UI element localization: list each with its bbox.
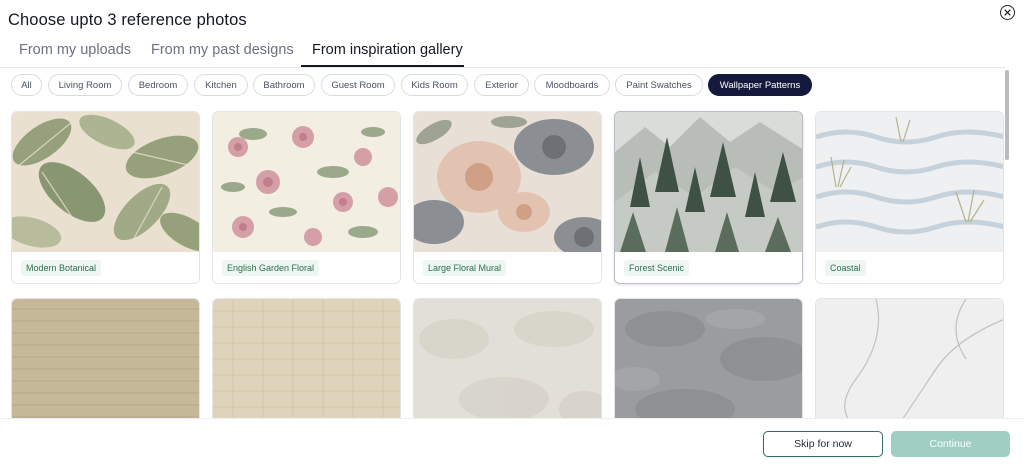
- close-button[interactable]: [1000, 5, 1015, 20]
- filter-chip-bedroom[interactable]: Bedroom: [128, 74, 188, 96]
- active-tab-indicator: [301, 65, 464, 67]
- close-icon: [1004, 9, 1011, 16]
- card-label: Modern Botanical: [21, 260, 102, 276]
- wallpaper-thumbnail: [12, 112, 199, 252]
- gallery-card-marble[interactable]: [815, 298, 1004, 418]
- skip-for-now-button[interactable]: Skip for now: [763, 431, 883, 457]
- continue-button[interactable]: Continue: [891, 431, 1010, 457]
- filter-chip-all[interactable]: All: [11, 74, 42, 96]
- gallery-grid: Modern Botanical English Garden Floral L…: [0, 104, 1005, 418]
- modal-title: Choose upto 3 reference photos: [8, 11, 247, 29]
- gallery-card-forest-scenic[interactable]: Forest Scenic: [614, 111, 803, 284]
- card-label: Large Floral Mural: [423, 260, 507, 276]
- gallery-card-concrete[interactable]: [614, 298, 803, 418]
- wallpaper-thumbnail: [213, 112, 400, 252]
- filter-chip-paint-swatches[interactable]: Paint Swatches: [615, 74, 703, 96]
- gallery-card-english-garden-floral[interactable]: English Garden Floral: [212, 111, 401, 284]
- filter-chip-guest-room[interactable]: Guest Room: [321, 74, 395, 96]
- gallery-scrollbar[interactable]: [1005, 68, 1010, 418]
- source-tabs: From my uploads From my past designs Fro…: [0, 38, 1005, 68]
- filter-chip-wallpaper-patterns[interactable]: Wallpaper Patterns: [708, 74, 812, 96]
- wallpaper-thumbnail: [816, 299, 1003, 418]
- filter-chip-moodboards[interactable]: Moodboards: [534, 74, 610, 96]
- filter-chip-bathroom[interactable]: Bathroom: [253, 74, 315, 96]
- reference-photos-modal: Choose upto 3 reference photos From my u…: [0, 0, 1024, 469]
- filter-chip-kids-room[interactable]: Kids Room: [401, 74, 468, 96]
- filter-chip-living-room[interactable]: Living Room: [48, 74, 122, 96]
- gallery-card-large-floral-mural[interactable]: Large Floral Mural: [413, 111, 602, 284]
- filter-chip-exterior[interactable]: Exterior: [474, 74, 529, 96]
- gallery-card-coastal[interactable]: Coastal: [815, 111, 1004, 284]
- tab-my-uploads[interactable]: From my uploads: [19, 42, 131, 58]
- scrollbar-thumb[interactable]: [1005, 70, 1009, 160]
- filter-chip-kitchen[interactable]: Kitchen: [194, 74, 248, 96]
- modal-footer: Skip for now Continue: [0, 418, 1024, 469]
- card-label: Forest Scenic: [624, 260, 690, 276]
- wallpaper-thumbnail: [213, 299, 400, 418]
- gallery-card-grasscloth[interactable]: [11, 298, 200, 418]
- card-label: English Garden Floral: [222, 260, 320, 276]
- gallery-card-linen[interactable]: [212, 298, 401, 418]
- wallpaper-thumbnail: [12, 299, 199, 418]
- gallery-card-modern-botanical[interactable]: Modern Botanical: [11, 111, 200, 284]
- card-label: Coastal: [825, 260, 866, 276]
- tab-past-designs[interactable]: From my past designs: [151, 42, 294, 58]
- gallery-card-plaster[interactable]: [413, 298, 602, 418]
- tab-inspiration-gallery[interactable]: From inspiration gallery: [312, 42, 463, 58]
- wallpaper-thumbnail: [816, 112, 1003, 252]
- wallpaper-thumbnail: [615, 299, 802, 418]
- wallpaper-thumbnail: [615, 112, 802, 252]
- wallpaper-thumbnail: [414, 299, 601, 418]
- wallpaper-thumbnail: [414, 112, 601, 252]
